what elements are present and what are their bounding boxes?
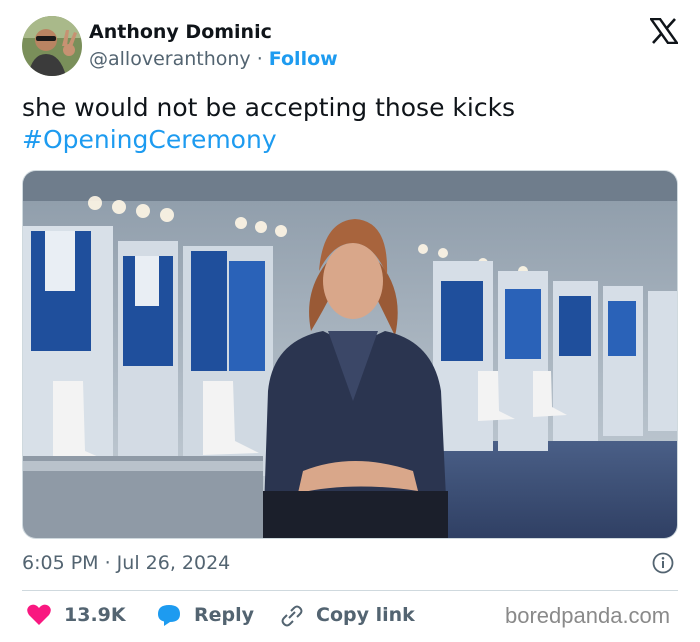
author-handle[interactable]: @alloveranthony: [89, 48, 251, 70]
like-button[interactable]: 13.9K: [26, 600, 126, 630]
tweet-body: she would not be accepting those kicks: [22, 93, 516, 122]
like-count: 13.9K: [64, 604, 126, 626]
hashtag-link[interactable]: #OpeningCeremony: [22, 124, 515, 156]
copy-link-button[interactable]: Copy link: [278, 600, 415, 630]
tweet-media-image[interactable]: [22, 170, 678, 539]
info-icon[interactable]: [652, 552, 674, 574]
reply-button[interactable]: Reply: [156, 600, 254, 630]
watermark: boredpanda.com: [505, 603, 671, 628]
link-icon: [281, 605, 303, 627]
heart-icon: [27, 604, 51, 625]
tweet-timestamp[interactable]: 6:05 PM · Jul 26, 2024: [22, 552, 230, 574]
tweet-text: she would not be accepting those kicks #…: [22, 92, 515, 156]
divider: [22, 590, 678, 591]
tweet-header: Anthony Dominic @alloveranthony · Follow: [22, 16, 682, 78]
reply-label: Reply: [194, 604, 255, 626]
speech-bubble-icon: [158, 605, 180, 626]
x-logo-icon[interactable]: [648, 17, 680, 45]
author-name[interactable]: Anthony Dominic: [89, 21, 272, 43]
copy-link-label: Copy link: [316, 604, 415, 626]
separator: ·: [250, 48, 269, 70]
author-handle-row: @alloveranthony · Follow: [89, 48, 338, 70]
follow-button[interactable]: Follow: [269, 48, 338, 70]
avatar[interactable]: [22, 16, 82, 76]
